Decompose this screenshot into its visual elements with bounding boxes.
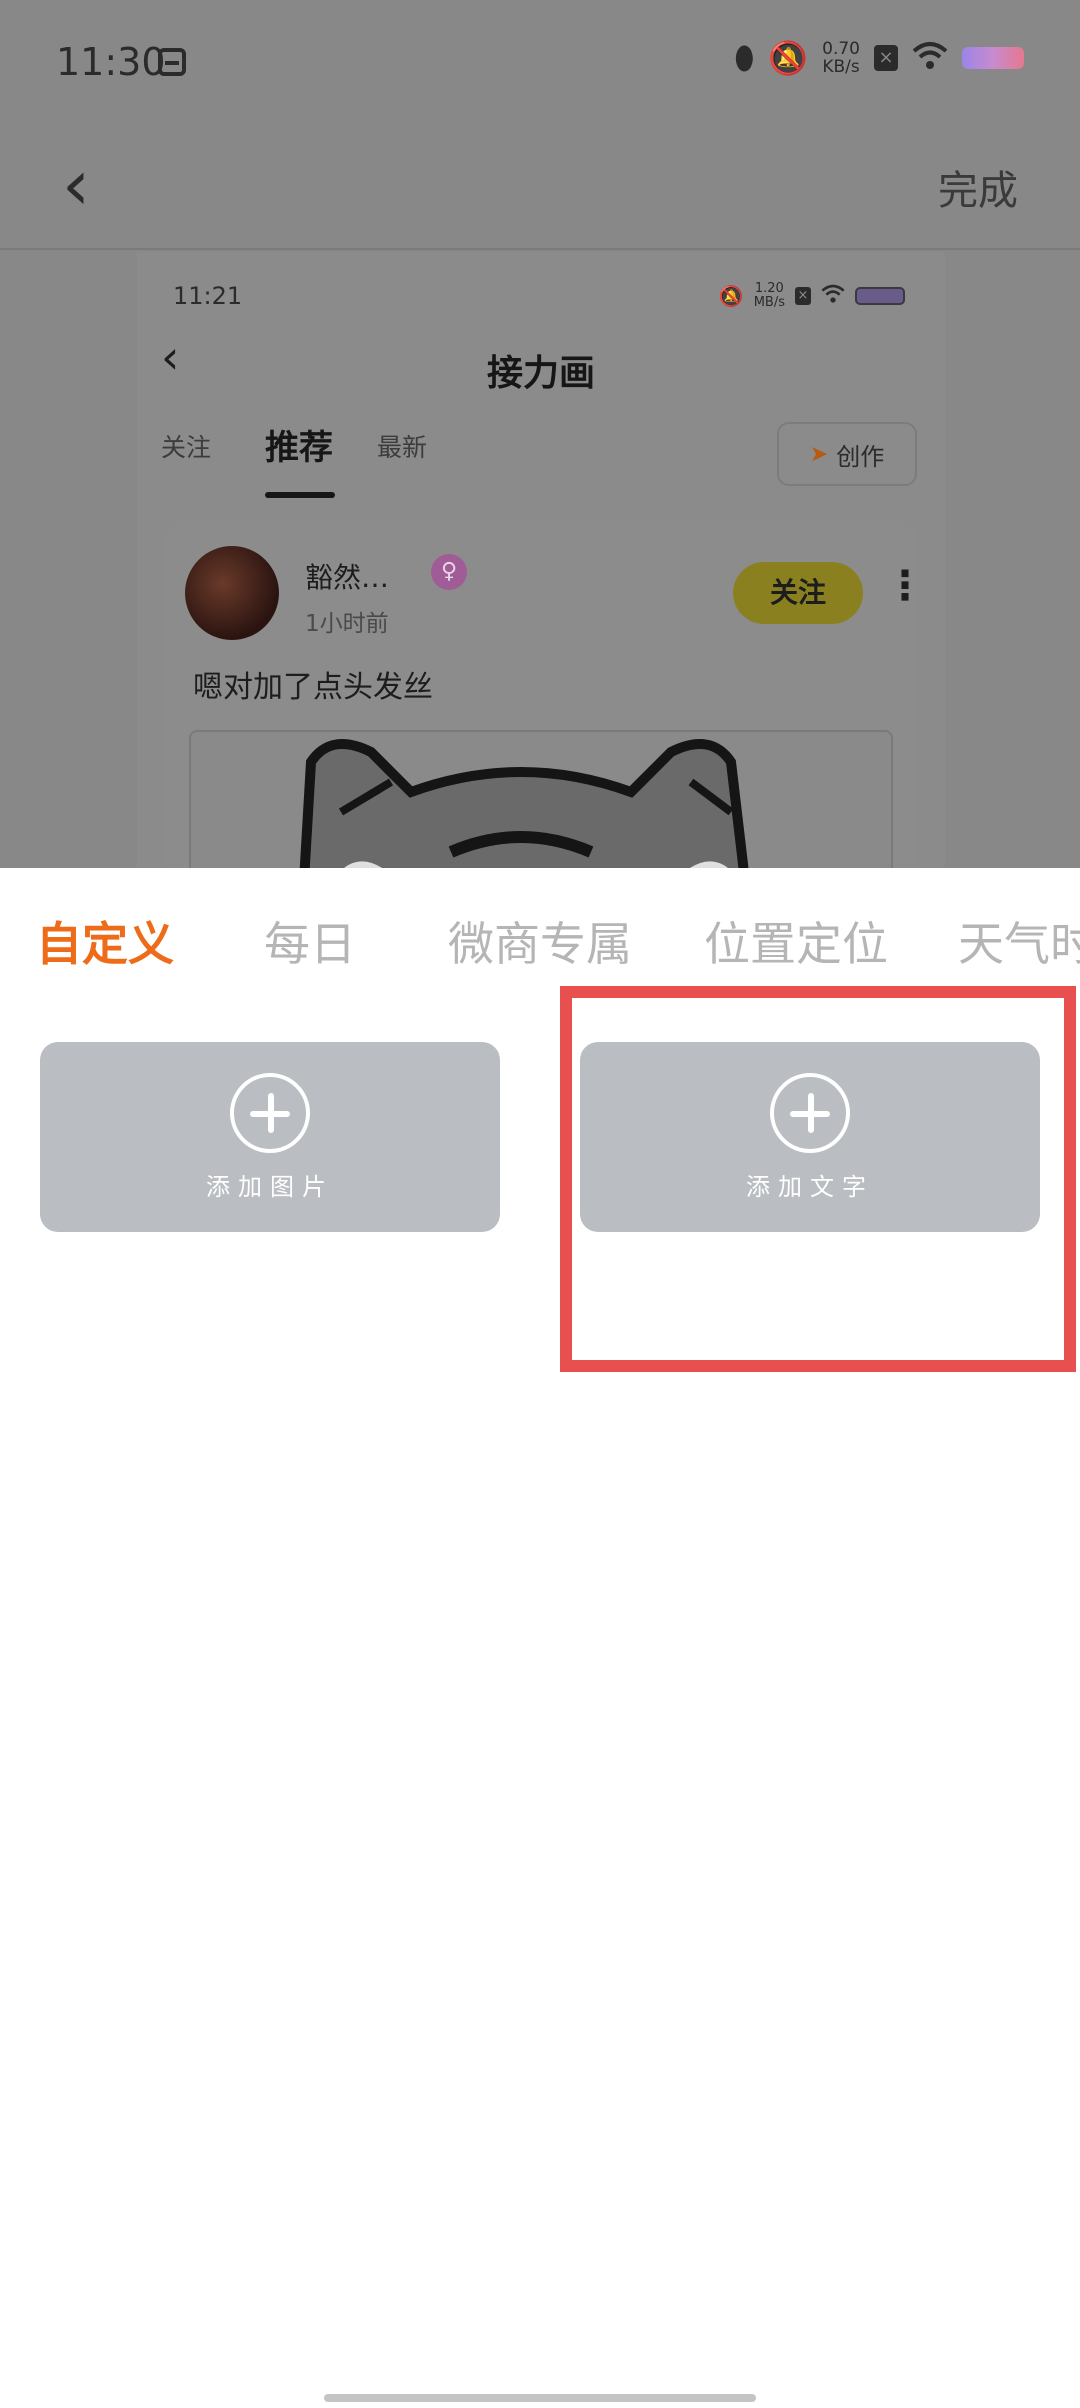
plus-circle-icon xyxy=(770,1072,850,1153)
post-drawing-image xyxy=(189,730,893,868)
preview-speed-value: 1.20 xyxy=(754,281,784,296)
wifi-icon xyxy=(912,41,948,76)
plus-circle-icon xyxy=(230,1072,310,1153)
create-label: 创作 xyxy=(836,442,885,471)
wifi-icon xyxy=(821,284,845,309)
mute-icon: 🔕 xyxy=(768,39,809,77)
status-bar: 11:30 ⬮ 🔕 0.70 KB/s × xyxy=(0,0,1080,130)
add-image-button[interactable]: 添加图片 xyxy=(40,1042,500,1232)
preview-create-button: ➤ 创作 xyxy=(777,422,917,486)
speed-value: 0.70 xyxy=(822,39,860,59)
category-tabs: 自定义 每日 微商专属 位置定位 天气时 xyxy=(0,908,1080,988)
tab-underline xyxy=(265,492,335,498)
template-bottom-sheet: 自定义 每日 微商专属 位置定位 天气时 添加图片 添加文字 xyxy=(0,868,1080,2408)
editor-nav-bar: ‹ 完成 xyxy=(0,130,1080,250)
mute-icon: 🔕 xyxy=(718,284,744,308)
chevron-left-icon[interactable]: ‹ xyxy=(62,150,90,220)
preview-follow-button: 关注 xyxy=(733,562,863,624)
add-text-label: 添加文字 xyxy=(746,1172,874,1201)
preview-tab-latest: 最新 xyxy=(377,433,428,462)
tab-location[interactable]: 位置定位 xyxy=(704,908,888,974)
battery-icon xyxy=(855,287,905,305)
preview-tab-recommend: 推荐 xyxy=(265,428,333,468)
done-button[interactable]: 完成 xyxy=(938,158,1018,216)
location-icon: ⬮ xyxy=(734,39,755,77)
preview-page-title: 接力画 xyxy=(486,353,595,394)
post-content: 嗯对加了点头发丝 xyxy=(193,670,433,705)
preview-post-card: 豁然… ♀ 1小时前 关注 ⋮ 嗯对加了点头发丝 xyxy=(165,520,925,868)
tab-wechat-business[interactable]: 微商专属 xyxy=(448,908,632,974)
screenshot-preview: 11:21 🔕 1.20 MB/s × ‹ 接力画 关注 推荐 最新 ➤ 创作 … xyxy=(137,252,945,868)
speed-unit: KB/s xyxy=(822,57,860,77)
female-icon: ♀ xyxy=(431,554,467,590)
status-time: 11:30 xyxy=(56,40,166,84)
more-vertical-icon: ⋮ xyxy=(885,563,925,609)
preview-tab-follow: 关注 xyxy=(161,433,212,462)
preview-status-time: 11:21 xyxy=(173,282,243,310)
network-speed: 0.70 KB/s xyxy=(822,40,860,76)
post-author: 豁然… xyxy=(305,561,390,594)
avatar xyxy=(185,546,279,640)
battery-icon xyxy=(962,47,1024,69)
sim-x-icon: × xyxy=(795,287,811,305)
preview-speed-unit: MB/s xyxy=(753,295,785,310)
sim-x-icon: × xyxy=(874,45,898,71)
tab-custom[interactable]: 自定义 xyxy=(36,908,174,974)
post-time: 1小时前 xyxy=(305,611,389,637)
preview-network-speed: 1.20 MB/s xyxy=(754,282,785,310)
tab-weather[interactable]: 天气时 xyxy=(958,908,1080,974)
tab-daily[interactable]: 每日 xyxy=(264,908,356,974)
add-text-button[interactable]: 添加文字 xyxy=(580,1042,1040,1232)
preview-status-icons: 🔕 1.20 MB/s × xyxy=(719,282,905,310)
status-icons: ⬮ 🔕 0.70 KB/s × xyxy=(734,40,1024,76)
send-arrow-icon: ➤ xyxy=(809,441,829,467)
home-indicator[interactable] xyxy=(324,2394,756,2402)
gallery-icon xyxy=(158,48,186,76)
dimmed-background: 11:30 ⬮ 🔕 0.70 KB/s × ‹ 完成 11:21 🔕 1.20 … xyxy=(0,0,1080,868)
add-image-label: 添加图片 xyxy=(206,1172,334,1201)
